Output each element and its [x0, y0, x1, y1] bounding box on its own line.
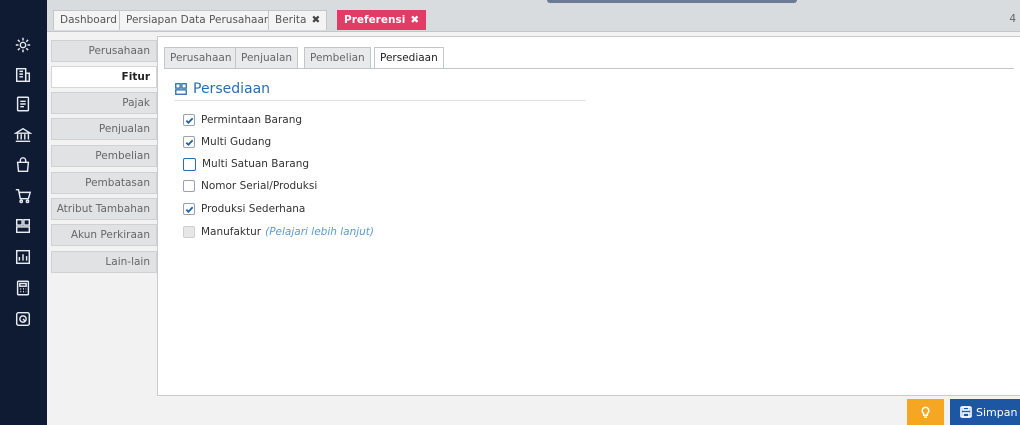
menu-label: Pembatasan: [85, 177, 150, 189]
sub-tab-label: Pembelian: [310, 52, 365, 64]
option-label: Permintaan Barang: [201, 114, 303, 126]
option-permintaan-barang[interactable]: Permintaan Barang: [183, 112, 302, 128]
section-title: Persediaan: [174, 81, 270, 97]
bag-icon[interactable]: [12, 154, 34, 176]
menu-label: Lain-lain: [105, 256, 150, 268]
option-nomor-serial-produksi[interactable]: Nomor Serial/Produksi: [183, 178, 317, 194]
menu-item-akun-perkiraan[interactable]: Akun Perkiraan: [51, 224, 157, 246]
tab-label: Persiapan Data Perusahaan: [126, 14, 271, 26]
app-sidebar: [0, 0, 47, 425]
company-icon[interactable]: [12, 64, 34, 86]
inventory-icon: [175, 83, 187, 95]
header-accent-bar: [547, 0, 797, 3]
tab-label: Dashboard: [60, 14, 117, 26]
option-multi-satuan-barang[interactable]: Multi Satuan Barang: [183, 156, 309, 172]
option-label: Nomor Serial/Produksi: [201, 180, 318, 192]
option-manufaktur: Manufaktur (Pelajari lebih lanjut): [183, 224, 374, 240]
top-tab-bar: Dashboard Persiapan Data Perusahaan Beri…: [47, 0, 1020, 32]
save-label: Simpan: [976, 405, 1018, 419]
tab-count: 4: [1009, 13, 1016, 25]
document-icon[interactable]: [12, 93, 34, 115]
section-divider: [174, 100, 586, 101]
report-icon[interactable]: [12, 246, 34, 268]
headset-icon[interactable]: [12, 308, 34, 330]
menu-label: Penjualan: [98, 123, 150, 135]
close-icon[interactable]: ✖: [410, 14, 419, 26]
check-icon: [185, 139, 193, 146]
content-panel: Perusahaan Penjualan Pembelian Persediaa…: [157, 36, 1020, 396]
sub-tab-perusahaan[interactable]: Perusahaan: [164, 47, 238, 69]
sub-tab-persediaan[interactable]: Persediaan: [374, 47, 444, 69]
calculator-icon[interactable]: [12, 277, 34, 299]
checkbox[interactable]: [183, 157, 196, 171]
inventory-icon[interactable]: [12, 215, 34, 237]
check-icon: [185, 206, 193, 213]
sub-tab-divider: [164, 68, 1014, 69]
checkbox[interactable]: [183, 136, 195, 148]
option-produksi-sederhana[interactable]: Produksi Sederhana: [183, 201, 305, 217]
menu-item-lain-lain[interactable]: Lain-lain: [51, 251, 157, 273]
menu-item-penjualan[interactable]: Penjualan: [51, 118, 157, 140]
menu-label: Akun Perkiraan: [70, 229, 150, 241]
sub-tab-label: Penjualan: [241, 52, 293, 64]
tab-preferensi[interactable]: Preferensi ✖: [337, 10, 427, 30]
checkbox[interactable]: [183, 180, 195, 192]
lightbulb-icon: [921, 406, 930, 418]
settings-icon[interactable]: [12, 34, 34, 56]
tab-label: Berita: [275, 14, 307, 26]
menu-label: Pajak: [122, 97, 150, 109]
menu-item-pembelian[interactable]: Pembelian: [51, 145, 157, 167]
close-icon[interactable]: ✖: [311, 14, 320, 26]
checkbox: [183, 226, 195, 238]
learn-more-link[interactable]: (Pelajari lebih lanjut): [265, 226, 374, 238]
menu-label: Fitur: [121, 71, 150, 83]
menu-item-pembatasan[interactable]: Pembatasan: [51, 172, 157, 194]
menu-item-pajak[interactable]: Pajak: [51, 92, 157, 114]
menu-label: Atribut Tambahan: [56, 203, 150, 215]
menu-label: Perusahaan: [88, 45, 150, 57]
option-label: Manufaktur: [201, 226, 262, 238]
cart-icon[interactable]: [12, 185, 34, 207]
sub-tab-label: Persediaan: [380, 52, 438, 64]
save-button[interactable]: Simpan: [950, 399, 1020, 425]
checkbox[interactable]: [183, 203, 195, 215]
bank-icon[interactable]: [12, 124, 34, 146]
tip-button[interactable]: [907, 399, 944, 425]
section-title-text: Persediaan: [193, 81, 271, 97]
option-label: Multi Satuan Barang: [202, 158, 310, 170]
option-label: Produksi Sederhana: [201, 203, 306, 215]
sub-tab-label: Perusahaan: [170, 52, 232, 64]
sub-tab-pembelian[interactable]: Pembelian: [304, 47, 371, 69]
option-label: Multi Gudang: [201, 136, 272, 148]
sub-tab-penjualan[interactable]: Penjualan: [235, 47, 299, 69]
tab-berita[interactable]: Berita ✖: [268, 10, 328, 30]
check-icon: [185, 117, 193, 124]
menu-item-fitur[interactable]: Fitur: [51, 66, 157, 88]
menu-item-atribut-tambahan[interactable]: Atribut Tambahan: [51, 198, 157, 220]
tab-persiapan-data-perusahaan[interactable]: Persiapan Data Perusahaan: [119, 10, 278, 30]
checkbox[interactable]: [183, 114, 195, 126]
menu-label: Pembelian: [95, 150, 150, 162]
option-multi-gudang[interactable]: Multi Gudang: [183, 134, 271, 150]
save-icon: [960, 406, 972, 418]
tab-label: Preferensi: [344, 14, 406, 26]
tab-dashboard[interactable]: Dashboard: [53, 10, 124, 30]
menu-item-perusahaan[interactable]: Perusahaan: [51, 40, 157, 62]
